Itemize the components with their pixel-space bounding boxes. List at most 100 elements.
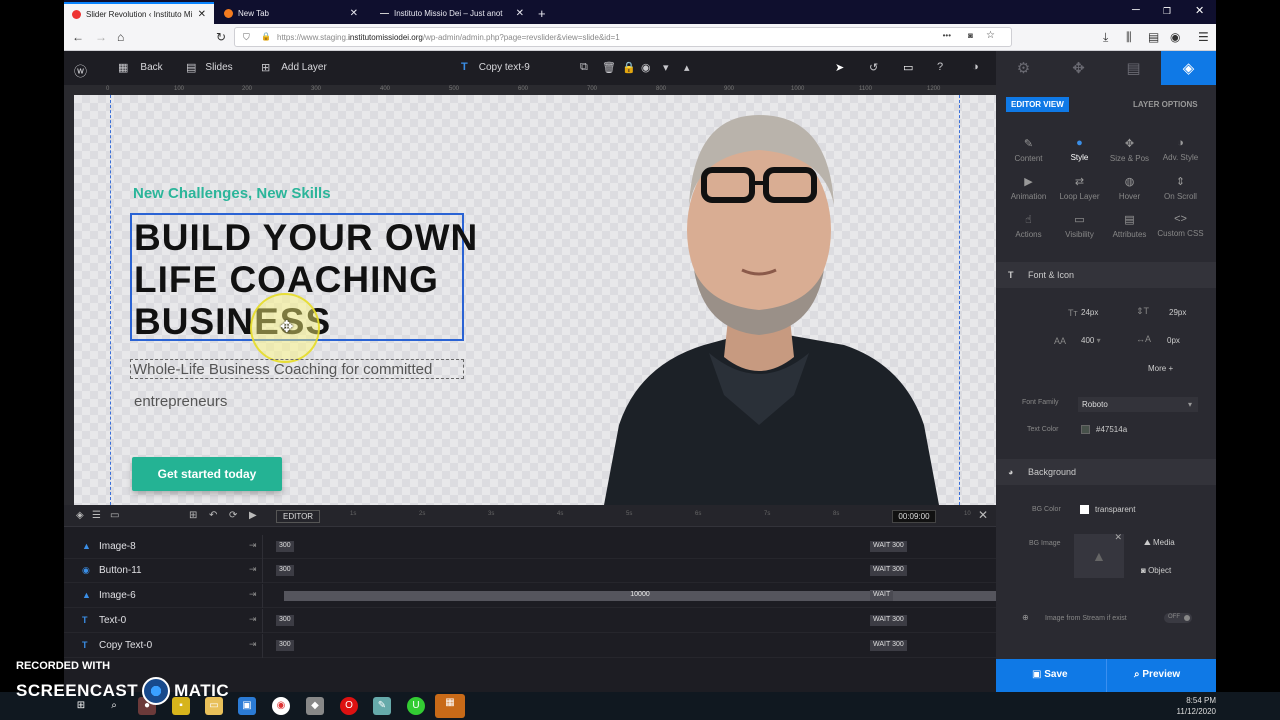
- play-icon[interactable]: ▶: [249, 510, 257, 521]
- tab-adv-style[interactable]: ◑ Adv. Style: [1153, 137, 1208, 162]
- font-family-select[interactable]: Roboto ▾: [1078, 397, 1198, 412]
- bg-image-preview[interactable]: ▲ ✕: [1074, 532, 1124, 578]
- font-size-field[interactable]: 24px: [1081, 308, 1098, 317]
- tab-visibility[interactable]: ▭ Visibility: [1052, 213, 1107, 239]
- close-tab-icon[interactable]: ✕: [198, 9, 206, 20]
- timeline-layer-row[interactable]: T Copy Text-0 ⇥ 300 WAIT 300: [64, 634, 996, 658]
- collapse-arrow-icon[interactable]: ⇥: [249, 564, 257, 575]
- layers-icon[interactable]: ◈: [1161, 51, 1216, 85]
- undo-icon[interactable]: ↺: [869, 61, 878, 74]
- forward-arrow-icon[interactable]: →: [95, 30, 107, 44]
- pocket-icon[interactable]: ◙: [968, 31, 973, 40]
- add-layer-button[interactable]: ⊞ Add Layer: [261, 61, 327, 74]
- visibility-eye-icon[interactable]: ◉: [641, 61, 651, 74]
- app-icon[interactable]: ◆: [306, 697, 324, 715]
- slide-subtitle-layer[interactable]: Whole-Life Business Coaching for committ…: [130, 359, 464, 379]
- menu-icon[interactable]: ☰: [1198, 30, 1209, 44]
- help-icon[interactable]: ?: [937, 61, 943, 73]
- home-icon[interactable]: ⌂: [117, 30, 124, 44]
- layer-wait[interactable]: WAIT 300: [870, 541, 907, 552]
- sidebar-icon[interactable]: ▤: [1148, 30, 1159, 44]
- slide-stage[interactable]: New Challenges, New Skills BUILD YOUR OW…: [74, 95, 996, 505]
- remove-image-icon[interactable]: ✕: [1114, 532, 1122, 543]
- settings-gear-icon[interactable]: ⚙: [996, 51, 1051, 85]
- bookmark-star-icon[interactable]: ☆: [986, 30, 995, 41]
- layers-stack-icon[interactable]: ◈: [76, 510, 84, 521]
- tab-on-scroll[interactable]: ⇕ On Scroll: [1153, 175, 1208, 201]
- rewind-icon[interactable]: ↶: [209, 510, 217, 521]
- tab-new-tab[interactable]: New Tab ✕: [216, 2, 366, 24]
- layer-start-duration[interactable]: 300: [276, 615, 294, 626]
- timeline-layer-row[interactable]: ◉ Button-11 ⇥ 300 WAIT 300: [64, 559, 996, 583]
- layer-start-duration[interactable]: 300: [276, 565, 294, 576]
- opera-icon[interactable]: O: [340, 697, 358, 715]
- layer-options-label[interactable]: LAYER OPTIONS: [1133, 100, 1198, 109]
- new-tab-button[interactable]: +: [530, 2, 550, 24]
- editor-view-button[interactable]: EDITOR VIEW: [1006, 97, 1069, 112]
- chevron-down-icon[interactable]: ▾: [663, 61, 669, 74]
- loop-icon[interactable]: ⟳: [229, 510, 237, 521]
- layer-wait[interactable]: WAIT 300: [870, 640, 907, 651]
- maximize-icon[interactable]: ❐: [1163, 6, 1171, 17]
- bg-color-field[interactable]: transparent: [1080, 505, 1135, 515]
- wordpress-icon[interactable]: ⓦ: [74, 61, 87, 80]
- minimize-icon[interactable]: ─: [1132, 4, 1140, 16]
- layer-start-duration[interactable]: 300: [276, 541, 294, 552]
- chrome-icon[interactable]: ◉: [272, 697, 290, 715]
- collapse-arrow-icon[interactable]: ⇥: [249, 639, 257, 650]
- download-icon[interactable]: ⤓: [1103, 30, 1108, 45]
- tab-custom-css[interactable]: <> Custom CSS: [1153, 213, 1208, 238]
- stream-toggle[interactable]: OFF: [1164, 613, 1192, 623]
- address-bar[interactable]: ⛉ 🔒 https://www.staging.institutomissiod…: [234, 27, 1012, 47]
- preview-button[interactable]: ⌕ Preview: [1134, 669, 1180, 680]
- duplicate-icon[interactable]: ⧉: [580, 61, 588, 74]
- line-height-field[interactable]: 29px: [1169, 308, 1186, 317]
- layer-start-duration[interactable]: 300: [276, 640, 294, 651]
- close-tab-icon[interactable]: ✕: [350, 8, 358, 19]
- contrast-icon[interactable]: ◑: [972, 61, 979, 73]
- collapse-arrow-icon[interactable]: ⇥: [249, 614, 257, 625]
- more-options-button[interactable]: More +: [1148, 364, 1173, 373]
- collapse-arrow-icon[interactable]: ⇥: [249, 589, 257, 600]
- timeline-layer-row[interactable]: ▲ Image-8 ⇥ 300 WAIT 300: [64, 535, 996, 559]
- slides-button[interactable]: ▤ Slides: [186, 61, 233, 74]
- tab-style[interactable]: ● Style: [1052, 137, 1107, 162]
- tab-loop-layer[interactable]: ⇄ Loop Layer: [1052, 175, 1107, 201]
- layer-wait[interactable]: WAIT 300: [870, 565, 907, 576]
- tab-attributes[interactable]: ▤ Attributes: [1102, 213, 1157, 239]
- close-tab-icon[interactable]: ✕: [516, 8, 524, 19]
- list-view-icon[interactable]: ☰: [92, 510, 101, 521]
- navigation-icon[interactable]: ✥: [1051, 51, 1106, 85]
- library-icon[interactable]: ⫼: [1126, 30, 1132, 45]
- chevron-up-icon[interactable]: ▴: [684, 61, 690, 74]
- object-button[interactable]: ◙ Object: [1141, 566, 1171, 575]
- select-cursor-icon[interactable]: ➤: [835, 61, 844, 74]
- tab-actions[interactable]: ☝ Actions: [1001, 213, 1056, 239]
- layer-wait[interactable]: WAIT: [870, 590, 894, 601]
- tab-size-pos[interactable]: ✥ Size & Pos: [1102, 137, 1157, 163]
- tab-slider-revolution[interactable]: Slider Revolution ‹ Instituto Mi ✕: [64, 2, 214, 24]
- screencast-app-icon[interactable]: ▦: [435, 694, 465, 718]
- timeline-layer-row[interactable]: ▲ Image-6 ⇥ 10000 WAIT: [64, 584, 996, 608]
- tab-hover[interactable]: ◍ Hover: [1102, 175, 1157, 201]
- current-layer-selector[interactable]: T Copy text-9: [461, 61, 530, 73]
- get-started-button[interactable]: Get started today: [132, 457, 282, 491]
- desktop-view-icon[interactable]: ▭: [903, 61, 913, 74]
- timeline-layer-row[interactable]: T Text-0 ⇥ 300 WAIT 300: [64, 609, 996, 633]
- tab-content[interactable]: ✎ Content: [1001, 137, 1056, 163]
- background-section[interactable]: ◕ Background: [996, 459, 1216, 485]
- media-button[interactable]: ⛰ Media: [1144, 538, 1175, 548]
- man-portrait-image[interactable]: [544, 95, 974, 505]
- store-icon[interactable]: ▣: [238, 697, 256, 715]
- slides-panel-icon[interactable]: ▤: [1106, 51, 1161, 85]
- close-timeline-icon[interactable]: ✕: [978, 508, 988, 522]
- page-actions-icon[interactable]: •••: [943, 31, 951, 40]
- grid-snap-icon[interactable]: ⊞: [189, 510, 197, 521]
- text-color-field[interactable]: #47514a: [1081, 425, 1127, 435]
- slide-eyebrow-text[interactable]: New Challenges, New Skills: [133, 185, 331, 202]
- collapse-arrow-icon[interactable]: ⇥: [249, 540, 257, 551]
- upwork-icon[interactable]: U: [407, 697, 425, 715]
- reload-icon[interactable]: ↻: [216, 30, 226, 44]
- account-icon[interactable]: ◉: [1170, 30, 1180, 44]
- back-arrow-icon[interactable]: ←: [72, 30, 84, 44]
